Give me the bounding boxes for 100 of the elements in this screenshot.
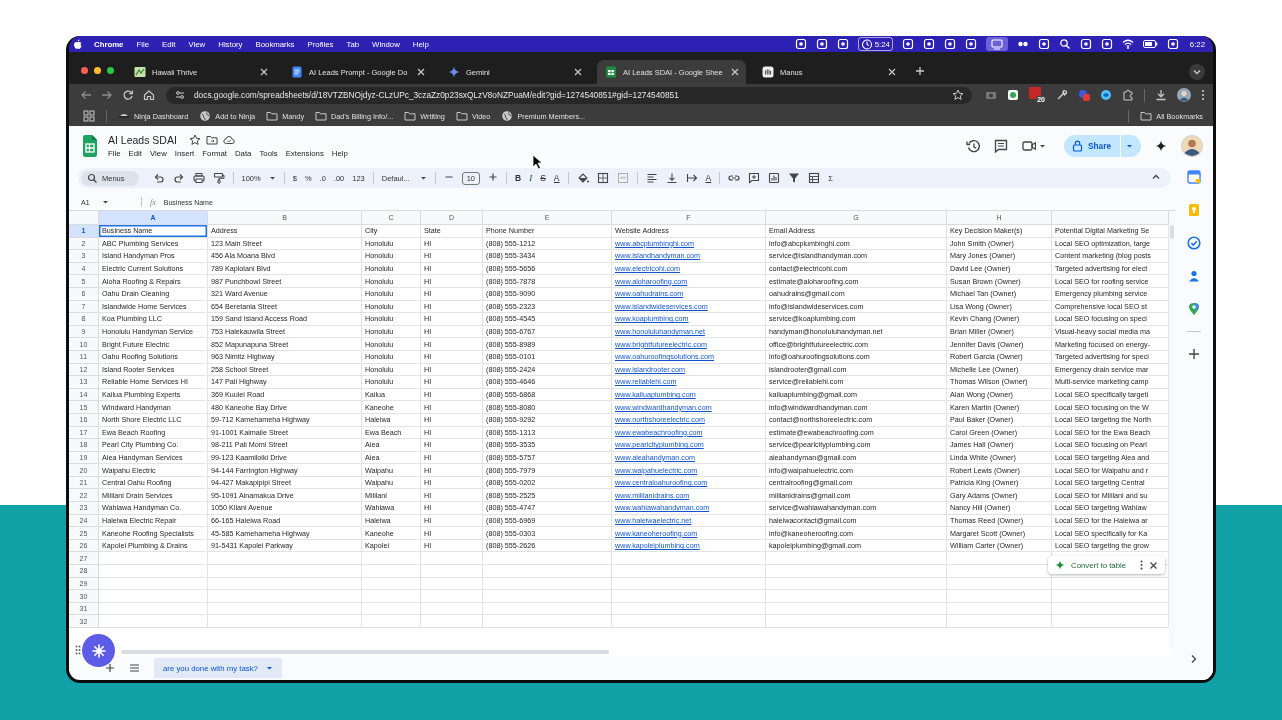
sparkle-icon <box>1055 560 1065 570</box>
tasks-icon[interactable] <box>1187 236 1201 250</box>
sheets-logo-icon[interactable] <box>82 135 98 157</box>
zoom-window-button[interactable] <box>107 66 114 74</box>
new-tab-icon[interactable] <box>915 66 925 76</box>
wifi-icon[interactable] <box>1121 38 1134 50</box>
text-rotation-button[interactable]: A <box>705 173 712 183</box>
close-window-button[interactable] <box>81 66 88 74</box>
table-cell <box>421 565 483 578</box>
screen-icon <box>990 38 1003 50</box>
app-icon[interactable] <box>1166 38 1179 50</box>
document-icon <box>291 66 303 78</box>
fill-color-icon[interactable] <box>576 172 589 184</box>
back-icon[interactable] <box>80 89 92 101</box>
close-icon[interactable] <box>1149 560 1159 570</box>
dropper-icon[interactable] <box>1056 89 1068 101</box>
caret-icon <box>1126 143 1133 149</box>
status-item[interactable] <box>985 37 1008 51</box>
account-avatar[interactable] <box>1181 135 1203 157</box>
sheet-list-icon[interactable] <box>129 663 140 673</box>
bold-button[interactable]: B <box>515 173 522 183</box>
cloud-icon[interactable] <box>222 134 235 146</box>
caret-icon <box>268 175 276 181</box>
app-icon[interactable] <box>922 38 935 50</box>
caret-icon <box>101 199 109 205</box>
url-text: docs.google.com/spreadsheets/d/18VTZBNOjdyz-CLzUPc_3czaZz0p23sxQLzV8oNZPuaM/edit?gid=1274540851#gid=1274540851 <box>194 90 680 100</box>
extension-icon[interactable] <box>1100 89 1112 101</box>
align-icon[interactable] <box>645 172 658 184</box>
extension-icon[interactable] <box>1007 89 1019 101</box>
plus-icon[interactable] <box>488 172 499 184</box>
bookmark-star-icon[interactable] <box>952 89 964 101</box>
contacts-icon[interactable] <box>1187 269 1201 283</box>
download-icon[interactable] <box>1155 89 1167 101</box>
camera-icon[interactable] <box>985 89 997 101</box>
tab-search-button[interactable] <box>1189 64 1205 80</box>
search-icon <box>87 173 97 183</box>
app-icon[interactable] <box>815 38 828 50</box>
minimize-window-button[interactable] <box>94 66 101 74</box>
app-icon[interactable] <box>901 38 914 50</box>
battery-icon[interactable] <box>1142 38 1158 50</box>
italic-button[interactable]: I <box>529 173 533 183</box>
chart-icon[interactable] <box>768 172 781 184</box>
apple-icon[interactable] <box>73 39 82 49</box>
more-icon[interactable] <box>1201 89 1205 101</box>
app-icon[interactable] <box>964 38 977 50</box>
app-icon[interactable] <box>943 38 956 50</box>
profile-avatar[interactable] <box>1177 88 1191 102</box>
plus-icon[interactable] <box>1187 347 1201 361</box>
star-icon[interactable] <box>188 134 201 146</box>
app-icon[interactable] <box>836 38 849 50</box>
lock-icon <box>1071 140 1083 152</box>
address-bar[interactable]: docs.google.com/spreadsheets/d/18VTZBNOjdyz-CLzUPc_3czaZz0p23sxQLzV8oNZPuaM/edit?gid=1274540851#gid=1274540851 <box>166 86 972 104</box>
apps-icon[interactable] <box>83 110 95 122</box>
sparkle-icon[interactable] <box>1155 140 1167 152</box>
chevron-right-icon[interactable] <box>1189 654 1199 664</box>
spreadsheet-icon <box>605 66 617 78</box>
add-sheet-icon[interactable] <box>105 663 115 673</box>
meet-button[interactable] <box>1021 139 1046 153</box>
paint-format-icon[interactable] <box>212 172 225 184</box>
comment-icon[interactable] <box>993 139 1008 153</box>
app-icon[interactable] <box>794 38 807 50</box>
home-icon[interactable] <box>143 89 155 101</box>
strikethrough-button[interactable]: S <box>540 173 546 183</box>
undo-icon[interactable] <box>152 172 165 184</box>
table-cell <box>362 565 421 578</box>
table-view-icon[interactable] <box>808 172 821 184</box>
site-settings-icon[interactable] <box>174 89 186 101</box>
video-icon <box>1021 139 1036 153</box>
vertical-align-icon[interactable] <box>665 172 678 184</box>
app-icon[interactable] <box>1037 38 1050 50</box>
fx-label: fx <box>150 197 156 207</box>
calendar-icon[interactable] <box>1187 170 1201 184</box>
redo-icon[interactable] <box>172 172 185 184</box>
more-icon[interactable] <box>1140 560 1144 570</box>
scrollbar-thumb[interactable] <box>121 650 609 654</box>
map-pin-icon[interactable] <box>1187 302 1201 316</box>
print-icon[interactable] <box>192 172 205 184</box>
app-icon[interactable] <box>1079 38 1092 50</box>
reload-icon[interactable] <box>122 89 134 101</box>
app-icon[interactable] <box>1100 38 1113 50</box>
table-cell <box>421 577 483 591</box>
drag-handle-icon[interactable] <box>75 645 81 655</box>
filter-icon[interactable] <box>788 172 801 184</box>
borders-icon[interactable] <box>596 172 609 184</box>
add-comment-icon[interactable] <box>748 172 761 184</box>
document-title[interactable]: AI Leads SDAI <box>108 134 177 146</box>
puzzle-icon[interactable] <box>1122 89 1134 101</box>
share-button[interactable]: Share <box>1063 135 1141 157</box>
folder-icon <box>266 110 279 122</box>
wrap-icon[interactable] <box>685 172 698 184</box>
link-icon[interactable] <box>728 172 741 184</box>
forward-icon[interactable] <box>101 89 113 101</box>
history-icon[interactable] <box>965 139 980 153</box>
folder-icon <box>404 110 417 122</box>
folder-icon <box>455 110 468 122</box>
search-icon[interactable] <box>1058 38 1071 50</box>
text-color-button[interactable]: A <box>553 173 560 183</box>
folder-icon <box>315 110 328 122</box>
folder-icon[interactable] <box>205 134 218 146</box>
caret-icon <box>419 175 427 181</box>
